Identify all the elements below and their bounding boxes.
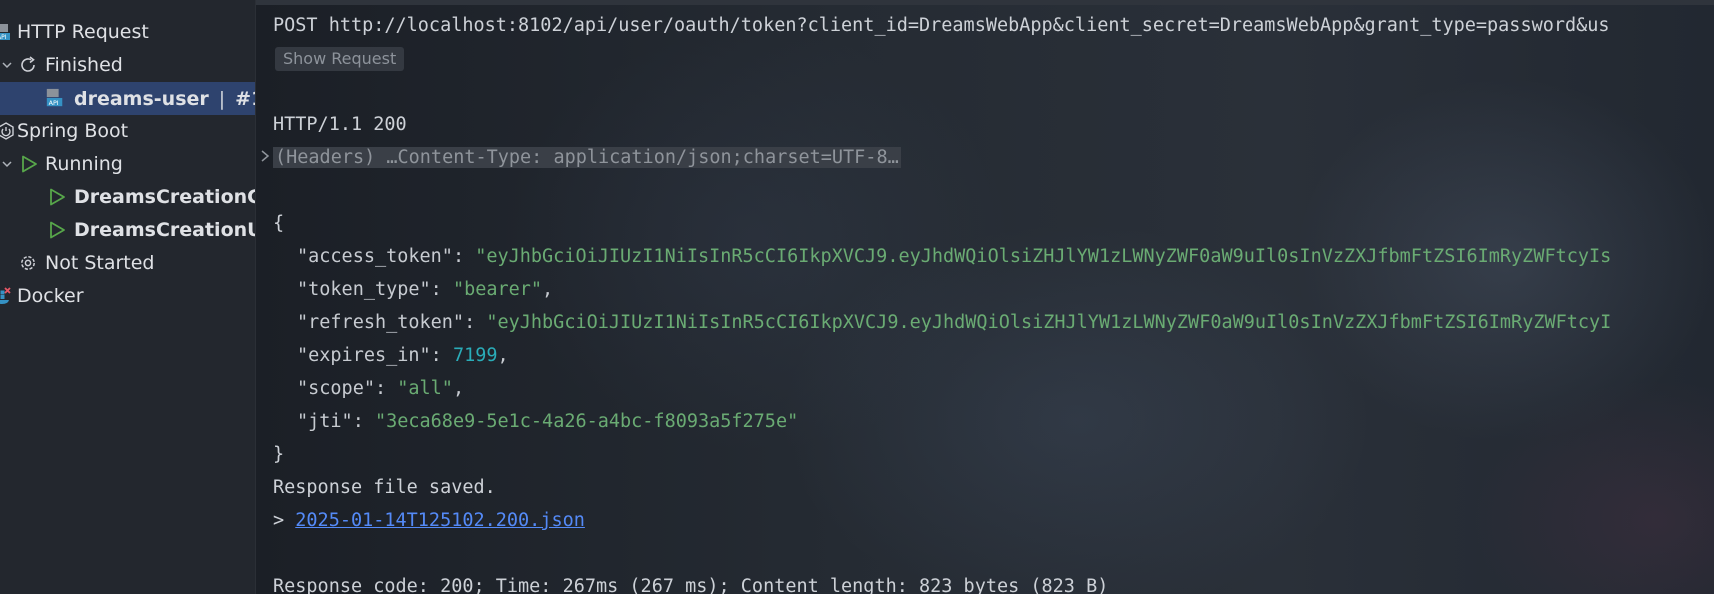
json-close-brace: } bbox=[273, 444, 285, 465]
separator: | bbox=[218, 87, 226, 110]
tree-item-label: Docker bbox=[17, 285, 84, 307]
svg-text:API: API bbox=[0, 34, 7, 41]
json-key: "expires_in" bbox=[297, 345, 431, 366]
response-file-link[interactable]: 2025-01-14T125102.200.json bbox=[295, 510, 585, 531]
json-string-value: "eyJhbGciOiJIUzI1NiIsInR5cCI6IkpXVCJ9.ey… bbox=[475, 246, 1612, 267]
refresh-icon bbox=[18, 55, 38, 75]
json-string-value: "bearer" bbox=[452, 279, 543, 300]
tree-item-dreams-user[interactable]: API dreams-user | #1 bbox=[0, 82, 255, 115]
prompt-symbol: > bbox=[273, 510, 296, 531]
tree-item-label: DreamsCreationGa bbox=[74, 186, 255, 208]
tree-item-label: Spring Boot bbox=[17, 120, 129, 142]
json-key: "refresh_token" bbox=[297, 312, 465, 333]
chevron-right-icon[interactable] bbox=[259, 149, 271, 163]
svg-text:API: API bbox=[49, 100, 59, 107]
json-key: "token_type" bbox=[297, 279, 431, 300]
tree-item-http-request[interactable]: API HTTP Request bbox=[0, 16, 255, 48]
headers-line[interactable]: (Headers) …Content-Type: application/jso… bbox=[273, 144, 901, 172]
tree-item-running[interactable]: Running bbox=[0, 148, 255, 180]
run-number: #1 bbox=[235, 87, 255, 110]
headers-summary[interactable]: (Headers) …Content-Type: application/jso… bbox=[273, 147, 901, 168]
response-summary: Response code: 200; Time: 267ms (267 ms)… bbox=[273, 576, 1109, 594]
json-open-brace: { bbox=[273, 213, 285, 234]
json-line-access-token: "access_token": "eyJhbGciOiJIUzI1NiIsInR… bbox=[297, 246, 1612, 267]
services-tree: API HTTP Request Finished API dreams-use… bbox=[0, 0, 256, 594]
json-key: "scope" bbox=[297, 378, 375, 399]
json-string-value: "all" bbox=[397, 378, 453, 399]
tree-item-dreams-creation-user[interactable]: DreamsCreationUs bbox=[0, 214, 255, 246]
tree-item-finished[interactable]: Finished bbox=[0, 49, 255, 81]
show-request-button[interactable]: Show Request bbox=[275, 47, 405, 71]
json-line-refresh-token: "refresh_token": "eyJhbGciOiJIUzI1NiIsIn… bbox=[297, 312, 1612, 333]
gear-icon bbox=[18, 253, 38, 273]
json-line-expires-in: "expires_in": 7199, bbox=[297, 345, 509, 366]
tree-item-docker[interactable]: Docker bbox=[0, 280, 255, 312]
response-file-line: > 2025-01-14T125102.200.json bbox=[273, 507, 585, 535]
json-string-value: "eyJhbGciOiJIUzI1NiIsInR5cCI6IkpXVCJ9.ey… bbox=[486, 312, 1612, 333]
http-response-console[interactable]: POST http://localhost:8102/api/user/oaut… bbox=[256, 0, 1714, 594]
json-key: "jti" bbox=[297, 411, 353, 432]
api-icon: API bbox=[0, 22, 14, 42]
json-string-value: "3eca68e9-5e1c-4a26-a4bc-f8093a5f275e" bbox=[374, 411, 799, 432]
response-saved-text: Response file saved. bbox=[273, 477, 496, 498]
tree-item-label: DreamsCreationUs bbox=[74, 219, 255, 241]
docker-icon bbox=[0, 286, 14, 306]
tree-item-label: Finished bbox=[45, 54, 123, 76]
json-key: "access_token" bbox=[297, 246, 453, 267]
tree-item-not-started[interactable]: Not Started bbox=[0, 247, 255, 279]
tree-item-dreams-creation-gateway[interactable]: DreamsCreationGa bbox=[0, 181, 255, 213]
json-line-jti: "jti": "3eca68e9-5e1c-4a26-a4bc-f8093a5f… bbox=[297, 411, 799, 432]
tree-item-spring-boot[interactable]: Spring Boot bbox=[0, 115, 255, 147]
status-line: HTTP/1.1 200 bbox=[273, 114, 407, 135]
json-line-scope: "scope": "all", bbox=[297, 378, 465, 399]
json-number-value: 7199 bbox=[452, 345, 498, 366]
request-line: POST http://localhost:8102/api/user/oaut… bbox=[273, 15, 1610, 36]
run-icon bbox=[47, 220, 67, 240]
run-icon bbox=[19, 154, 39, 174]
tree-item-label: dreams-user bbox=[74, 87, 209, 110]
tree-item-label: HTTP Request bbox=[17, 21, 149, 43]
api-icon: API bbox=[45, 88, 65, 108]
tree-item-label: Not Started bbox=[45, 252, 155, 274]
chevron-down-icon[interactable] bbox=[0, 58, 14, 72]
tab-strip-edge bbox=[256, 0, 1714, 5]
tree-item-label: Running bbox=[45, 153, 123, 175]
chevron-down-icon[interactable] bbox=[0, 157, 14, 171]
spring-boot-icon bbox=[0, 121, 16, 141]
json-line-token-type: "token_type": "bearer", bbox=[297, 279, 554, 300]
run-icon bbox=[47, 187, 67, 207]
